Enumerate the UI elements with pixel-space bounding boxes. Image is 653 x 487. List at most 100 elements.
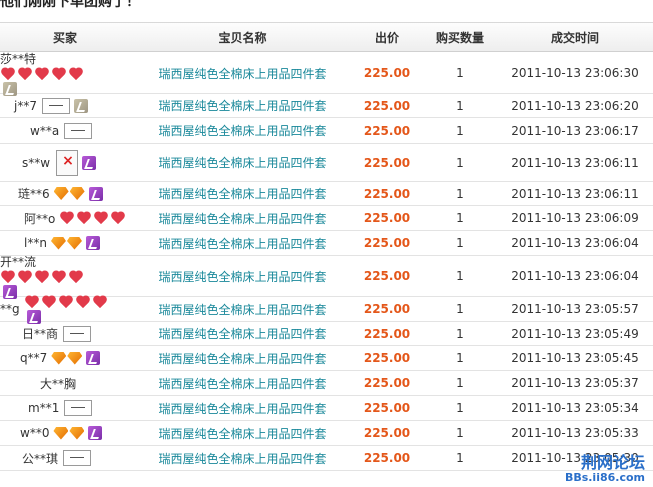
vip-icon bbox=[88, 426, 103, 440]
price-value: 225.00 bbox=[363, 351, 411, 365]
buyer-info: 公**琪 bbox=[22, 450, 92, 467]
column-header-time: 成交时间 bbox=[550, 31, 599, 45]
item-name-link[interactable]: 瑞西屋纯色全棉床上用品四件套 bbox=[140, 346, 345, 370]
buyer-info: w**a bbox=[30, 122, 93, 139]
table-row: 莎**特 瑞西屋纯色全棉床上用品四件套 225.00 1 2011-10-13 23:0… bbox=[0, 50, 653, 96]
order-time: 2011-10-13 23:05:45 bbox=[511, 351, 639, 365]
heart-icon bbox=[24, 295, 40, 309]
buyer-info: j**7 bbox=[14, 97, 88, 114]
buyer-name: m**1 bbox=[28, 401, 60, 415]
column-header-price: 出价 bbox=[374, 31, 399, 45]
heart-icon bbox=[51, 270, 67, 284]
item-name-link[interactable]: 瑞西屋纯色全棉床上用品四件套 bbox=[140, 396, 345, 420]
buyer-info: w**0 bbox=[20, 426, 103, 440]
vip-icon bbox=[86, 351, 101, 365]
price-value: 225.00 bbox=[363, 211, 411, 225]
table-row: **g 瑞西屋纯色全棉床上用品四件套 225.00 1 2011-10-13 23:05… bbox=[0, 295, 653, 324]
buyer-name: 莎**特 bbox=[0, 52, 37, 66]
buyer-name: 琏**6 bbox=[18, 187, 50, 201]
quantity-value: 1 bbox=[456, 351, 464, 365]
price-value: 225.00 bbox=[363, 376, 411, 390]
buyer-info: 阿**o bbox=[24, 210, 126, 227]
buyer-cell: j**7 bbox=[0, 94, 130, 117]
watermark-title: 荆网论坛 bbox=[580, 453, 645, 472]
order-time: 2011-10-13 23:06:04 bbox=[511, 236, 639, 250]
quantity-value: 1 bbox=[456, 426, 464, 440]
quantity-value: 1 bbox=[456, 123, 464, 138]
heart-icon bbox=[17, 270, 33, 284]
order-time: 2011-10-13 23:05:49 bbox=[511, 326, 639, 341]
order-time: 2011-10-13 23:06:17 bbox=[511, 123, 639, 138]
buyer-credit-badges bbox=[50, 236, 100, 250]
heart-icon bbox=[93, 211, 109, 225]
vip-icon bbox=[88, 186, 103, 201]
buyer-name: 日**商 bbox=[22, 327, 59, 341]
quantity-value: 1 bbox=[456, 326, 464, 341]
heart-icon bbox=[51, 67, 67, 81]
table-row: 琏**6 瑞西屋纯色全棉床上用品四件套 225.00 1 2011-10-13 23:0… bbox=[0, 182, 653, 206]
table-row: 公**琪 瑞西屋纯色全棉床上用品四件套 225.00 1 2011-10-13 23:0… bbox=[0, 446, 653, 471]
heart-icon bbox=[41, 295, 57, 309]
table-row: w**0 瑞西屋纯色全棉床上用品四件套 225.00 1 2011-10-13 23:0… bbox=[0, 421, 653, 446]
buyer-name: w**a bbox=[30, 123, 60, 138]
order-time: 2011-10-13 23:05:34 bbox=[511, 401, 639, 415]
price-value: 225.00 bbox=[363, 155, 411, 170]
buyer-credit-badges bbox=[59, 211, 126, 225]
item-name-link[interactable]: 瑞西屋纯色全棉床上用品四件套 bbox=[140, 421, 345, 445]
diamond-icon bbox=[69, 426, 85, 440]
diamond-icon bbox=[66, 236, 82, 250]
buyer-credit-badges bbox=[41, 97, 88, 114]
diamond-icon bbox=[69, 187, 85, 200]
item-name-link[interactable]: 瑞西屋纯色全棉床上用品四件套 bbox=[140, 118, 345, 143]
item-name-link[interactable]: 瑞西屋纯色全棉床上用品四件套 bbox=[140, 297, 345, 321]
buyer-cell: 日**商 bbox=[0, 322, 130, 345]
buyer-info: s**w bbox=[22, 149, 97, 176]
buyer-info: 莎**特 bbox=[0, 50, 130, 96]
buyer-name: 开**流 bbox=[0, 255, 37, 269]
buyer-info: 开**流 bbox=[0, 253, 130, 299]
item-name-link[interactable]: 瑞西屋纯色全棉床上用品四件套 bbox=[140, 182, 345, 205]
heart-icon bbox=[76, 211, 92, 225]
item-name-link[interactable]: 瑞西屋纯色全棉床上用品四件套 bbox=[140, 371, 345, 395]
buyer-cell: l**n bbox=[0, 231, 130, 255]
buyer-cell: 公**琪 bbox=[0, 446, 130, 470]
table-row: m**1 瑞西屋纯色全棉床上用品四件套 225.00 1 2011-10-13 23:0… bbox=[0, 396, 653, 421]
buyer-cell: w**0 bbox=[0, 421, 130, 445]
item-name-link[interactable]: 瑞西屋纯色全棉床上用品四件套 bbox=[140, 144, 345, 181]
quantity-value: 1 bbox=[456, 451, 464, 465]
item-name-link[interactable]: 瑞西屋纯色全棉床上用品四件套 bbox=[140, 446, 345, 470]
item-name-link[interactable]: 瑞西屋纯色全棉床上用品四件套 bbox=[140, 206, 345, 230]
buyer-info: 日**商 bbox=[22, 325, 92, 342]
item-name-link[interactable]: 瑞西屋纯色全棉床上用品四件套 bbox=[140, 322, 345, 345]
price-value: 225.00 bbox=[363, 186, 411, 201]
buyer-credit-badges bbox=[53, 186, 103, 201]
item-name-link[interactable]: 瑞西屋纯色全棉床上用品四件套 bbox=[140, 231, 345, 255]
buyer-name: 阿**o bbox=[24, 211, 56, 226]
order-time: 2011-10-13 23:06:20 bbox=[511, 98, 639, 113]
heart-icon bbox=[59, 211, 75, 225]
buyer-credit-badges bbox=[53, 426, 103, 440]
buyer-credit-badges bbox=[54, 149, 97, 176]
buyer-credit-badges bbox=[0, 67, 96, 96]
buyer-info: q**7 bbox=[20, 351, 101, 365]
table-row: 开**流 瑞西屋纯色全棉床上用品四件套 225.00 1 2011-10-13 23:0… bbox=[0, 253, 653, 299]
heart-icon bbox=[0, 270, 16, 284]
buyer-name: q**7 bbox=[20, 351, 48, 365]
buyer-cell: s**w bbox=[0, 144, 130, 181]
item-name-link[interactable]: 瑞西屋纯色全棉床上用品四件套 bbox=[140, 53, 345, 93]
price-value: 225.00 bbox=[363, 66, 411, 80]
quantity-value: 1 bbox=[456, 211, 464, 225]
order-time: 2011-10-13 23:06:11 bbox=[511, 186, 639, 201]
buyer-cell: 开**流 bbox=[0, 253, 130, 299]
item-name-link[interactable]: 瑞西屋纯色全棉床上用品四件套 bbox=[140, 256, 345, 296]
quantity-value: 1 bbox=[456, 302, 464, 316]
table-row: 阿**o 瑞西屋纯色全棉床上用品四件套 225.00 1 2011-10-13 23:0… bbox=[0, 206, 653, 231]
watermark-url: BBs.ii86.com bbox=[564, 471, 645, 484]
price-value: 225.00 bbox=[363, 451, 411, 465]
buyer-cell: 莎**特 bbox=[0, 50, 130, 96]
order-time: 2011-10-13 23:05:33 bbox=[511, 426, 639, 440]
vip-icon bbox=[73, 98, 88, 113]
column-header-quantity: 购买数量 bbox=[435, 31, 484, 45]
buyer-credit-badges bbox=[63, 400, 93, 416]
item-name-link[interactable]: 瑞西屋纯色全棉床上用品四件套 bbox=[140, 94, 345, 117]
